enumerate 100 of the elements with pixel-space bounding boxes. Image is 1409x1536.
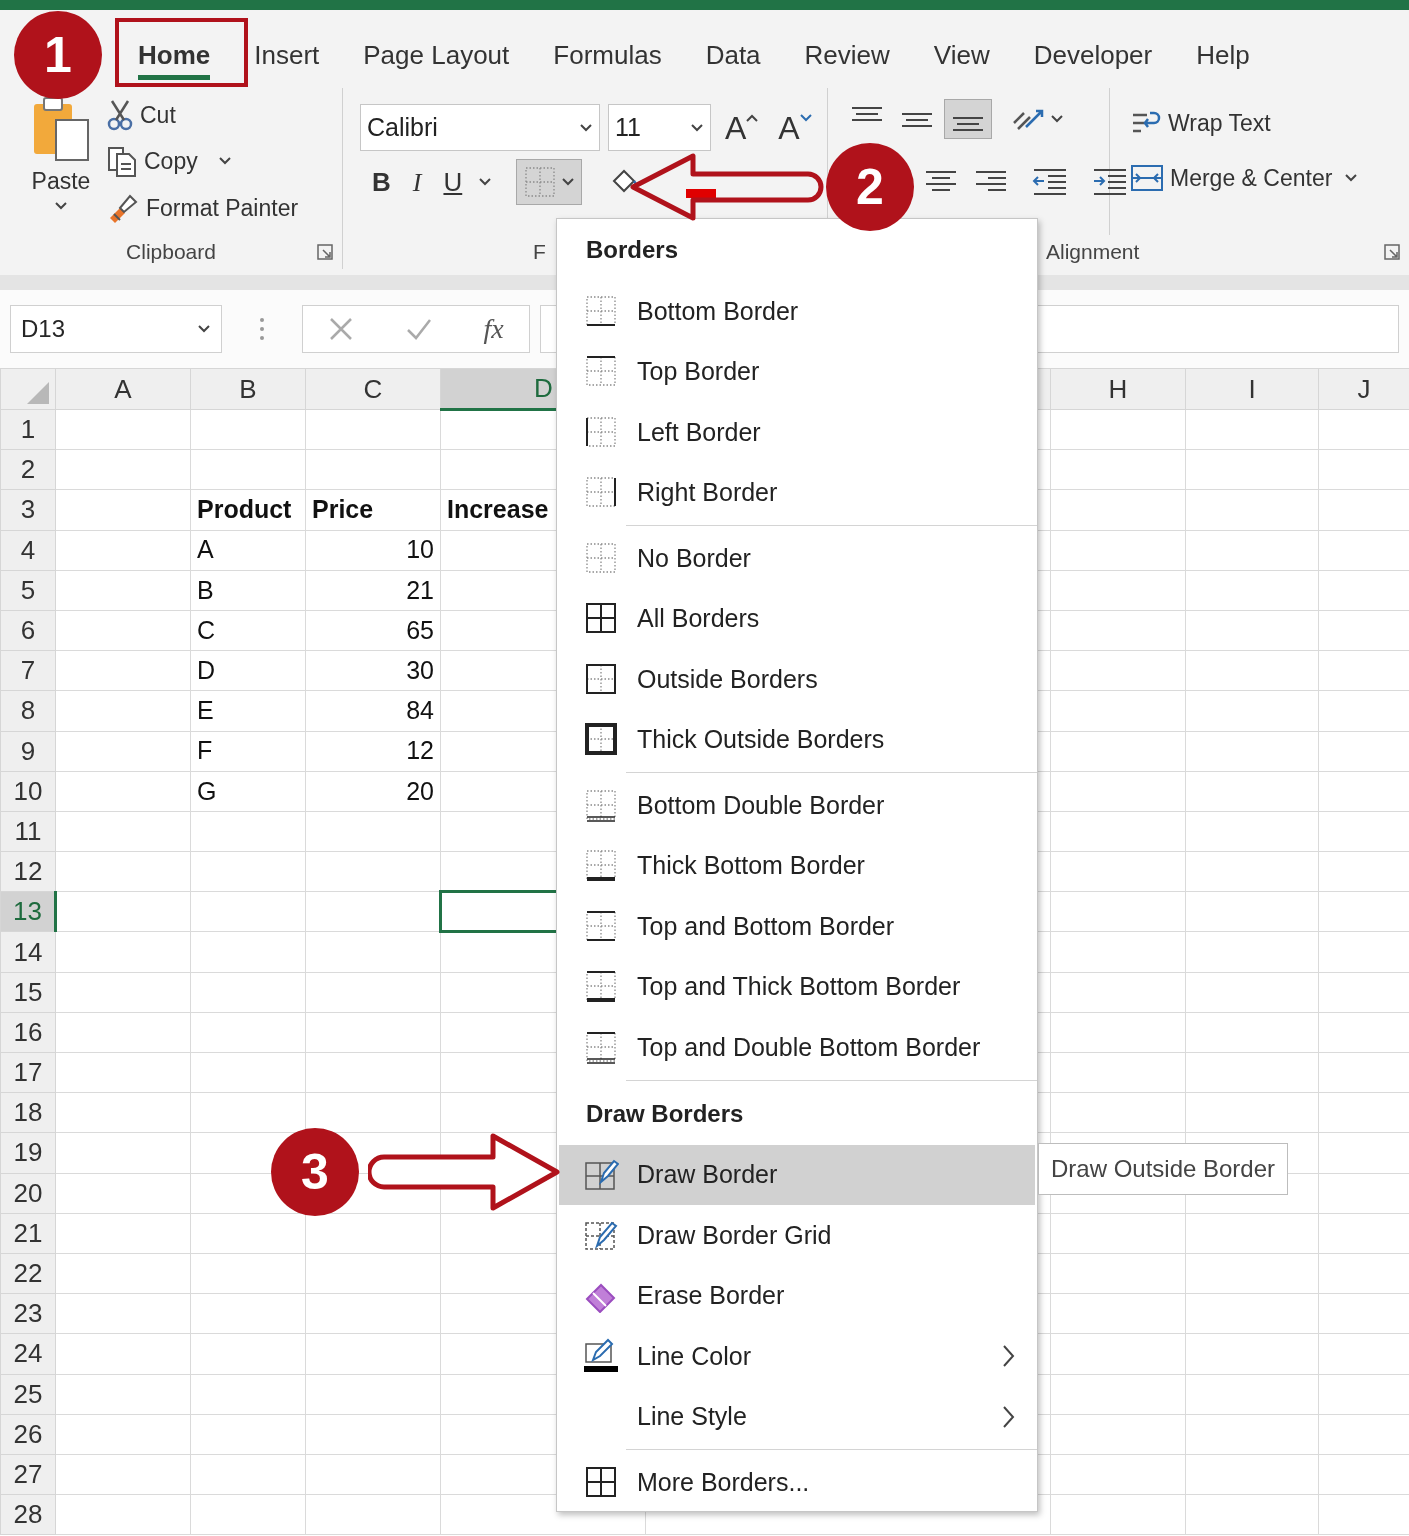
wrap-text-button[interactable]: Wrap Text xyxy=(1126,104,1363,143)
row-header[interactable]: 13 xyxy=(0,891,56,932)
row-header[interactable]: 23 xyxy=(0,1293,56,1334)
menu-item[interactable]: Outside Borders xyxy=(559,649,1035,710)
copy-button[interactable]: Copy xyxy=(102,142,303,181)
caret-icon[interactable] xyxy=(478,177,493,187)
row-header[interactable]: 20 xyxy=(0,1173,56,1214)
caret-icon[interactable] xyxy=(197,324,211,334)
menu-item[interactable]: Draw Border Grid xyxy=(559,1205,1035,1266)
menu-item[interactable]: Top and Double Bottom Border xyxy=(559,1017,1035,1078)
row-header[interactable]: 14 xyxy=(0,931,56,973)
row-header[interactable]: 10 xyxy=(0,771,56,812)
border-icon xyxy=(584,722,618,758)
ribbon-tab[interactable]: Review xyxy=(804,35,890,80)
align-icon xyxy=(974,170,1008,192)
format-painter-button[interactable]: Format Painter xyxy=(102,188,303,228)
row-header[interactable]: 7 xyxy=(0,650,56,691)
launcher-icon[interactable] xyxy=(1383,243,1401,261)
row-header[interactable]: 28 xyxy=(0,1494,56,1535)
font-size-dropdown[interactable]: 11 xyxy=(608,104,711,151)
menu-item[interactable]: Bottom Double Border xyxy=(559,775,1035,836)
ribbon-tab[interactable]: Insert xyxy=(254,35,320,80)
group-label: F xyxy=(533,239,546,266)
menu-item[interactable]: Thick Bottom Border xyxy=(559,835,1035,896)
grow-font-button[interactable]: A xyxy=(719,104,765,151)
column-header[interactable]: J xyxy=(1318,368,1409,410)
row-header[interactable]: 8 xyxy=(0,690,56,731)
ribbon-tab[interactable]: View xyxy=(933,35,990,80)
column-header[interactable]: H xyxy=(1050,368,1186,410)
row-header[interactable]: 1 xyxy=(0,409,56,450)
row-header[interactable]: 2 xyxy=(0,449,56,490)
menu-item[interactable]: All Borders xyxy=(559,588,1035,649)
menu-item[interactable]: Line Color xyxy=(559,1326,1035,1387)
launcher-icon[interactable] xyxy=(316,243,334,261)
column-header[interactable]: C xyxy=(305,368,441,410)
column-header[interactable]: A xyxy=(55,368,191,410)
underline-button[interactable]: U xyxy=(437,159,469,205)
ribbon-tab[interactable]: Data xyxy=(705,35,761,80)
caret-icon[interactable] xyxy=(690,122,704,133)
bold-button[interactable]: B xyxy=(366,159,397,205)
row-header[interactable]: 3 xyxy=(0,489,56,531)
italic-button[interactable]: I xyxy=(406,159,428,205)
menu-item[interactable]: Top and Thick Bottom Border xyxy=(559,956,1035,1017)
row-header[interactable]: 9 xyxy=(0,731,56,772)
row-header[interactable]: 4 xyxy=(0,530,56,571)
cut-button[interactable]: Cut xyxy=(102,95,303,135)
caret-icon[interactable] xyxy=(561,177,576,187)
menu-item[interactable]: More Borders... xyxy=(559,1452,1035,1513)
group-label: Clipboard xyxy=(126,239,216,266)
row-header[interactable]: 11 xyxy=(0,811,56,852)
table-cell: F xyxy=(190,731,306,772)
bottom-align-button[interactable] xyxy=(944,99,992,139)
table-cell: 84 xyxy=(305,690,441,731)
row-header[interactable]: 16 xyxy=(0,1012,56,1053)
border-icon xyxy=(584,293,618,329)
menu-item[interactable]: Thick Outside Borders xyxy=(559,709,1035,770)
row-header[interactable]: 27 xyxy=(0,1454,56,1495)
caret-icon[interactable] xyxy=(54,200,68,211)
row-header[interactable]: 5 xyxy=(0,570,56,611)
merge-center-button[interactable]: Merge & Center xyxy=(1126,158,1363,197)
row-header[interactable]: 22 xyxy=(0,1253,56,1294)
menu-item[interactable]: Erase Border xyxy=(559,1265,1035,1326)
caret-icon[interactable] xyxy=(217,156,232,167)
menu-item[interactable]: No Border xyxy=(559,528,1035,589)
tooltip: Draw Outside Border xyxy=(1038,1143,1288,1195)
paste-button[interactable]: Paste xyxy=(30,96,92,211)
menu-heading: Borders xyxy=(586,235,679,265)
caret-icon[interactable] xyxy=(1344,172,1359,183)
menu-item[interactable]: Bottom Border xyxy=(559,281,1035,342)
row-header[interactable]: 26 xyxy=(0,1414,56,1455)
caret-icon[interactable] xyxy=(579,122,593,133)
row-header[interactable]: 18 xyxy=(0,1092,56,1133)
caret-icon[interactable] xyxy=(1050,114,1064,124)
menu-item[interactable]: Draw Border xyxy=(559,1144,1035,1205)
ribbon-tab[interactable]: Formulas xyxy=(553,35,662,80)
row-header[interactable]: 24 xyxy=(0,1333,56,1374)
border-icon xyxy=(584,414,618,450)
column-header[interactable]: B xyxy=(190,368,306,410)
name-box[interactable]: D13 xyxy=(10,305,222,353)
row-header[interactable]: 6 xyxy=(0,610,56,651)
row-header[interactable]: 21 xyxy=(0,1213,56,1254)
row-header[interactable]: 12 xyxy=(0,851,56,892)
menu-item[interactable]: Line Style xyxy=(559,1386,1035,1447)
row-header[interactable]: 25 xyxy=(0,1374,56,1415)
ribbon-tab[interactable]: Home xyxy=(138,35,211,80)
row-header[interactable]: 17 xyxy=(0,1052,56,1093)
shrink-font-button[interactable]: A xyxy=(772,104,818,151)
scissors-icon xyxy=(106,99,134,132)
ribbon-tab[interactable]: Developer xyxy=(1033,35,1153,80)
insert-function-button[interactable]: fx xyxy=(483,308,504,350)
ribbon-tab[interactable]: Page Layout xyxy=(363,35,510,80)
column-header[interactable]: I xyxy=(1185,368,1319,410)
ribbon-tab[interactable]: Help xyxy=(1196,35,1250,80)
row-header[interactable]: 15 xyxy=(0,972,56,1013)
down-caret-icon xyxy=(799,112,812,123)
menu-item[interactable]: Top and Bottom Border xyxy=(559,896,1035,957)
table-cell: 12 xyxy=(305,731,441,772)
row-header[interactable]: 19 xyxy=(0,1132,56,1174)
table-cell: Product xyxy=(190,489,306,531)
font-name-dropdown[interactable]: Calibri xyxy=(360,104,600,151)
